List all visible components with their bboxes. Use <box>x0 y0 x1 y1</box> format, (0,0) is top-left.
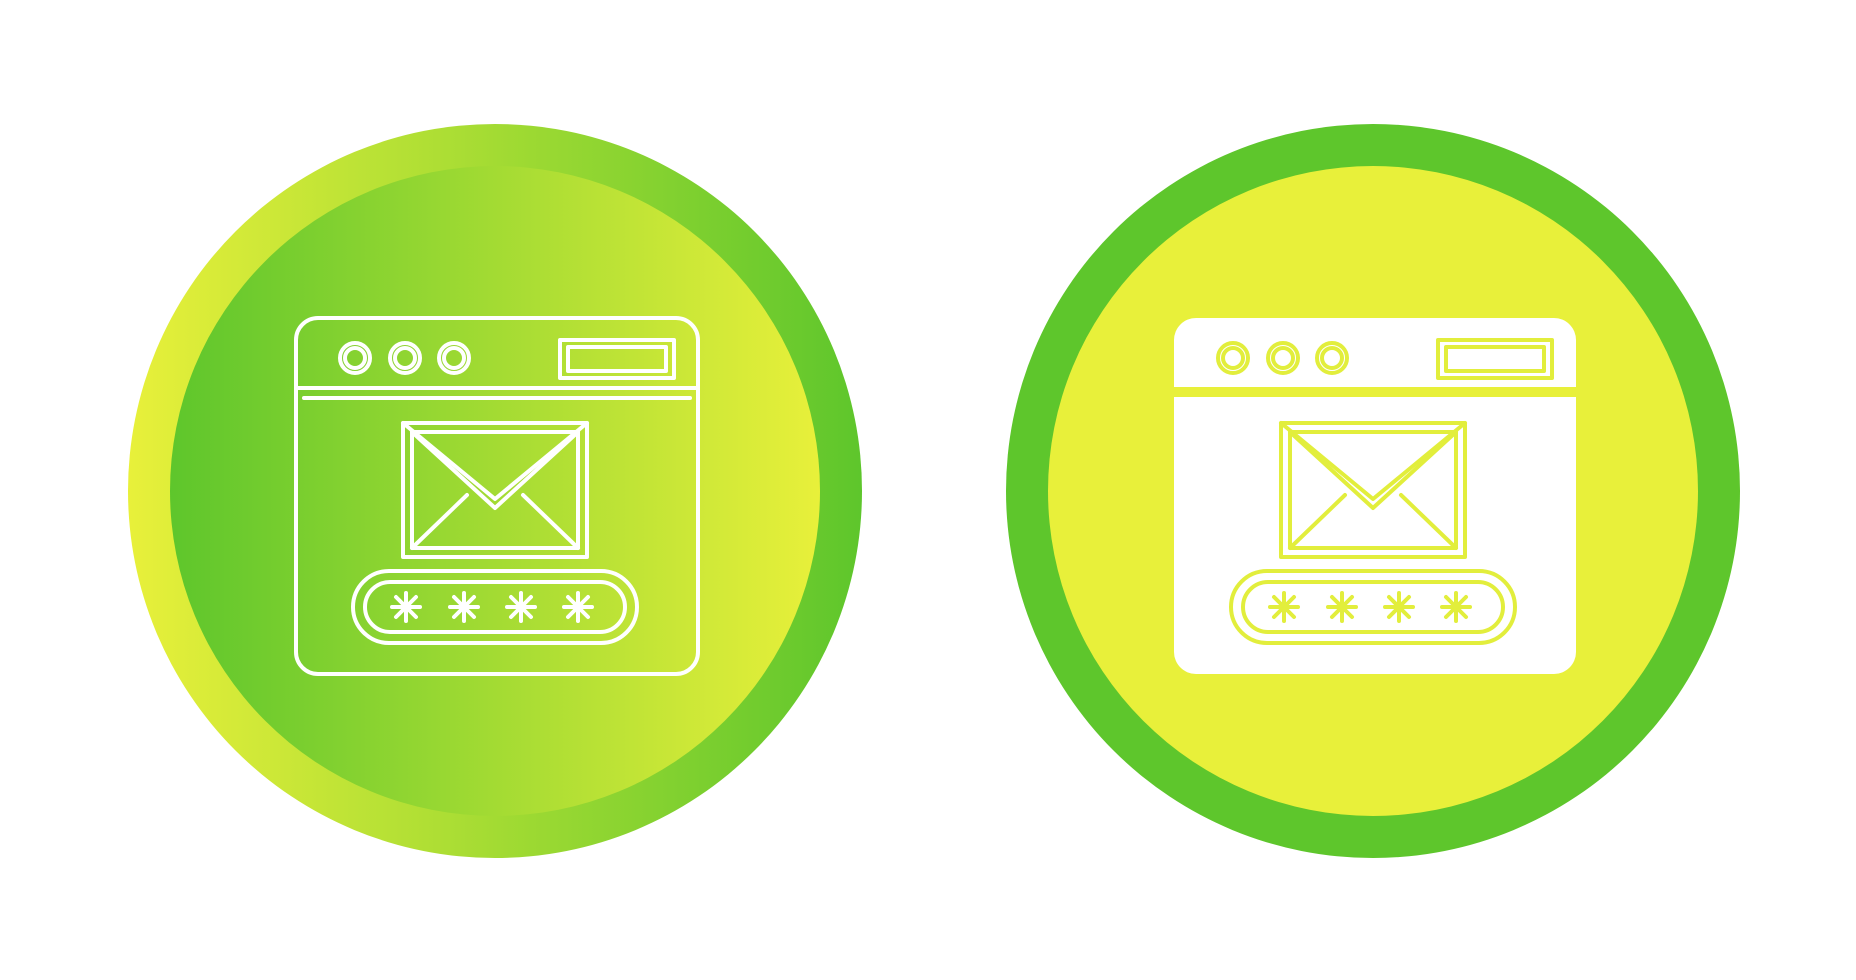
email-login-filled-icon-graphic <box>1006 124 1740 858</box>
email-login-line-icon <box>128 124 862 858</box>
email-login-line-icon-graphic <box>128 124 862 858</box>
email-login-filled-icon <box>1006 124 1740 858</box>
icon-set <box>0 0 1856 980</box>
inner-disc <box>170 166 820 816</box>
browser-window-icon <box>1174 318 1576 674</box>
